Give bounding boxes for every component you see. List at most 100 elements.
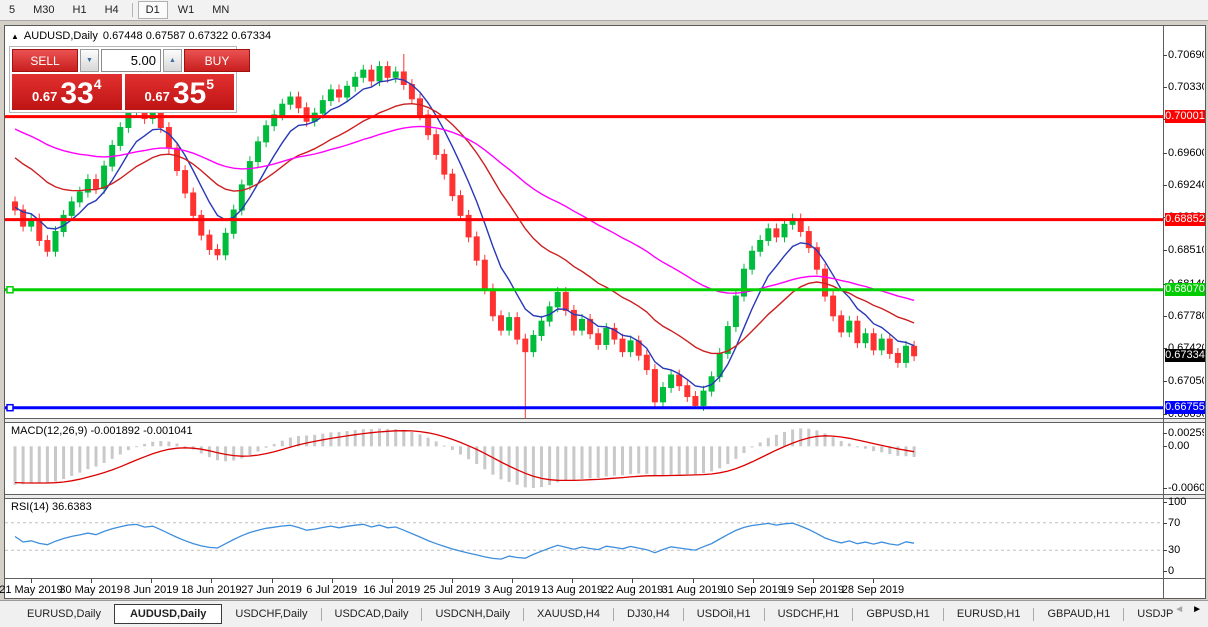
buy-button[interactable]: BUY [184,49,250,72]
macd-bar [127,446,130,450]
macd-bar [637,446,640,473]
candle-body [158,111,163,127]
macd-axis-label: 0.00 [1168,440,1204,452]
date-tick [332,579,333,583]
macd-bar [370,429,373,446]
macd-bar [103,446,106,463]
macd-bar [159,441,162,446]
tab-scroll-right-icon[interactable]: ► [1192,604,1202,615]
candle-body [77,192,82,202]
candle-body [183,171,188,193]
macd-bar [491,446,494,474]
price-axis-border [1163,26,1164,598]
tab-eurusd-daily[interactable]: EURUSD,Daily [14,605,114,623]
rsi-tick [1163,550,1167,551]
candle-body [628,341,633,352]
tab-audusd-daily[interactable]: AUDUSD,Daily [114,604,222,624]
candle-body [912,346,917,356]
macd-bar [905,446,908,456]
tab-usdchf-h1[interactable]: USDCHF,H1 [765,605,853,623]
macd-bar [281,441,284,447]
candle-body [758,240,763,251]
tab-gbpaud-h1[interactable]: GBPAUD,H1 [1034,605,1123,623]
spin-down-icon[interactable]: ▼ [80,49,99,72]
candle-body [499,316,504,330]
date-label: 16 Jul 2019 [363,584,420,596]
candle-body [871,334,876,350]
macd-bar [427,438,430,447]
price-tick-label: 0.68510 [1168,244,1204,256]
timeframe-button-5[interactable]: 5 [1,1,23,19]
tab-usdcad-daily[interactable]: USDCAD,Daily [322,605,422,623]
macd-bar [629,446,632,474]
macd-signal-line [15,431,914,483]
macd-bar [815,430,818,446]
candle-body [215,249,220,254]
spin-up-icon[interactable]: ▲ [163,49,182,72]
candle-body [369,70,374,81]
candle-body [669,375,674,388]
candle-body [750,251,755,269]
time-axis[interactable]: 21 May 201930 May 20198 Jun 201918 Jun 2… [5,579,1163,598]
rsi-axis-label: 100 [1168,496,1204,508]
timeframe-button-w1[interactable]: W1 [170,1,203,19]
tab-scroll-arrows: ◄ ► [1174,604,1202,615]
macd-bar [22,446,25,484]
macd-bar [589,446,592,478]
ask-price-tile[interactable]: 0.67 35 5 [125,74,235,110]
rsi-line [15,523,914,559]
tab-gbpusd-h1[interactable]: GBPUSD,H1 [853,605,943,623]
macd-bar [467,446,470,459]
macd-bar [176,444,179,447]
candle-body [539,321,544,335]
date-label: 8 Jun 2019 [124,584,178,596]
candle-body [385,67,390,78]
macd-bar [394,429,397,446]
chart-header: ▲ AUDUSD,Daily 0.67448 0.67587 0.67322 0… [11,30,271,42]
tab-usdchf-daily[interactable]: USDCHF,Daily [222,605,320,623]
macd-bar [135,446,138,447]
macd-bar [95,446,98,466]
hline-handle[interactable] [7,405,13,411]
tab-dj30-h4[interactable]: DJ30,H4 [614,605,683,623]
timeframe-button-m30[interactable]: M30 [25,1,62,19]
hline-handle[interactable] [7,287,13,293]
macd-bar [46,446,49,483]
price-badge-0.68070: 0.68070 [1165,283,1205,296]
toolbar-separator [132,3,133,17]
tab-usdoil-h1[interactable]: USDOil,H1 [684,605,764,623]
tab-xauusd-h4[interactable]: XAUUSD,H4 [524,605,613,623]
timeframe-button-mn[interactable]: MN [204,1,237,19]
collapse-icon[interactable]: ▲ [11,32,19,41]
macd-bar [338,432,341,446]
macd-bar [848,443,851,446]
macd-tick [1163,446,1167,447]
chart-window[interactable]: 21 May 201930 May 20198 Jun 201918 Jun 2… [4,25,1206,599]
price-tick [1163,381,1167,382]
price-badge-0.66755: 0.66755 [1165,401,1205,414]
candle-body [701,391,706,405]
tab-eurusd-h1[interactable]: EURUSD,H1 [944,605,1034,623]
volume-input[interactable] [101,49,161,72]
tab-usdcnh-daily[interactable]: USDCNH,Daily [422,605,523,623]
candle-body [895,353,900,362]
macd-bar [896,446,899,456]
tab-scroll-left-icon[interactable]: ◄ [1174,604,1184,615]
macd-bar [645,446,648,474]
macd-bar [70,446,73,476]
timeframe-button-d1[interactable]: D1 [138,1,168,19]
date-label: 25 Jul 2019 [424,584,481,596]
candle-body [304,108,309,121]
rsi-panel[interactable] [5,499,1163,578]
candle-body [264,126,269,142]
timeframe-button-h4[interactable]: H4 [97,1,127,19]
macd-bar [670,446,673,474]
candle-body [450,174,455,196]
timeframe-button-h1[interactable]: H1 [65,1,95,19]
date-label: 27 Jun 2019 [241,584,302,596]
candle-body [401,72,406,85]
sell-button[interactable]: SELL [12,49,78,72]
bid-price-tile[interactable]: 0.67 33 4 [12,74,122,110]
bid-frac: 0.67 [32,89,57,104]
candle-body [296,97,301,108]
